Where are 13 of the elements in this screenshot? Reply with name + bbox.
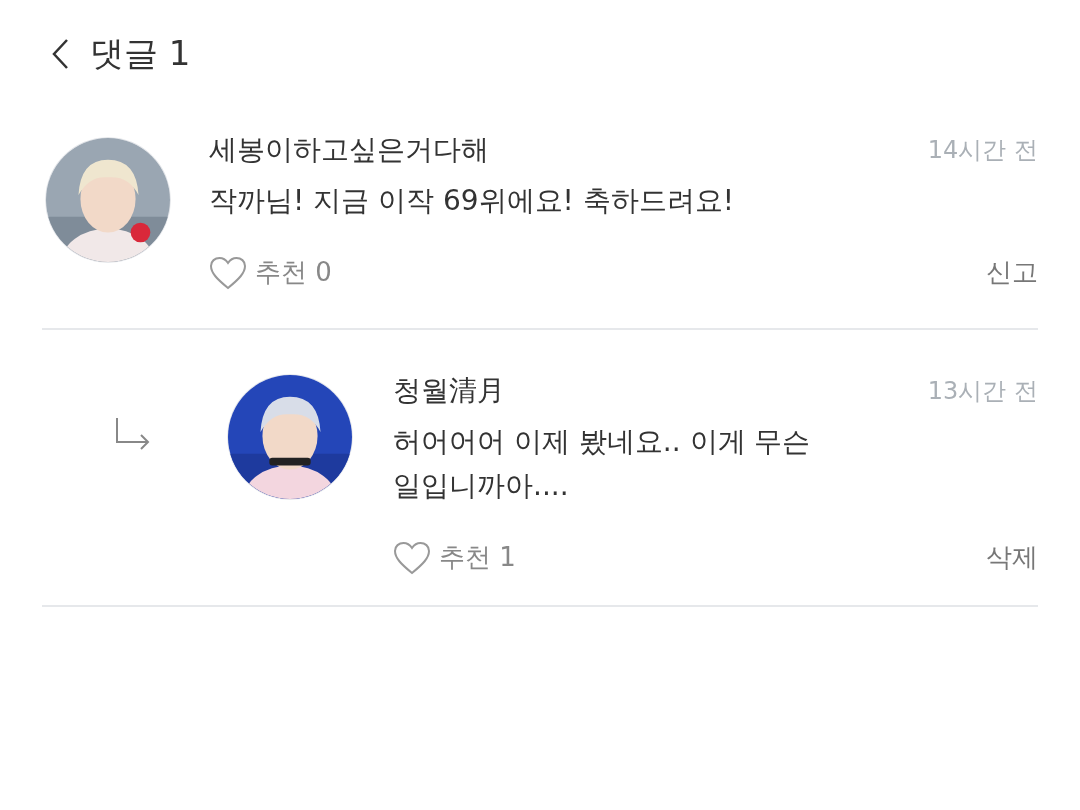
comment-time: 13시간 전	[927, 376, 1038, 407]
author-name: 세봉이하고싶은거다해	[209, 132, 489, 168]
author-name: 청월清月	[393, 373, 505, 409]
page-title: 댓글 1	[90, 32, 191, 75]
comment-text: 작까님! 지금 이작 69위에요! 축하드려요!	[209, 183, 735, 219]
comment-time: 14시간 전	[927, 135, 1038, 166]
report-button[interactable]: 신고	[986, 253, 1038, 292]
delete-button[interactable]: 삭제	[986, 538, 1038, 577]
like-button[interactable]: 추천 1	[393, 538, 516, 577]
comment-text: 허어어어 이제 봤네요.. 이게 무슨 일입니까아....	[393, 424, 812, 504]
heart-icon	[209, 255, 247, 290]
like-button[interactable]: 추천 0	[209, 253, 332, 292]
heart-icon	[393, 540, 431, 575]
